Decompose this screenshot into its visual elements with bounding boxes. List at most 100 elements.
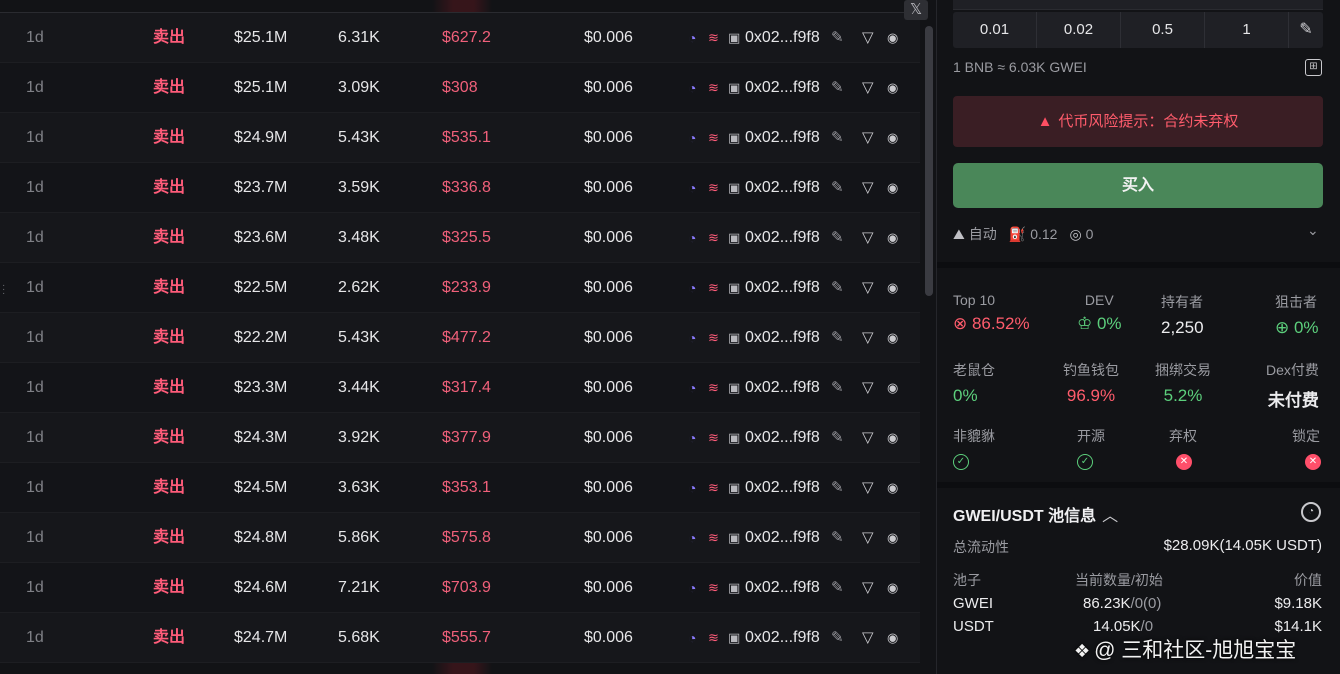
edit-icon[interactable]: ✎ bbox=[831, 413, 844, 463]
buy-button[interactable]: 买入 bbox=[953, 163, 1323, 208]
gas-setting[interactable]: ⛽ 0.12 bbox=[1009, 226, 1058, 243]
table-row[interactable]: 1d 卖出 $25.1M 3.09K $308 $0.006 ◔ ≋ ▣ 0x0… bbox=[0, 63, 920, 113]
filter-icon[interactable]: ▽ bbox=[862, 13, 874, 63]
edit-icon[interactable]: ✎ bbox=[831, 113, 844, 163]
table-row[interactable]: 1d 卖出 $22.5M 2.62K $233.9 $0.006 ◔ ≋ ▣ 0… bbox=[0, 263, 920, 313]
trader-address[interactable]: 0x02...f9f8 bbox=[745, 463, 820, 513]
trade-price: $0.006 bbox=[584, 379, 633, 396]
table-row[interactable]: 1d 卖出 $24.7M 5.68K $555.7 $0.006 ◔ ≋ ▣ 0… bbox=[0, 613, 920, 663]
moon-icon: ◔ bbox=[688, 280, 697, 296]
pool-info-header[interactable]: GWEI/USDT 池信息 ︿ bbox=[953, 502, 1118, 526]
edit-icon[interactable]: ✎ bbox=[831, 363, 844, 413]
table-row[interactable]: 1d 卖出 $23.6M 3.48K $325.5 $0.006 ◔ ≋ ▣ 0… bbox=[0, 213, 920, 263]
edit-icon[interactable]: ✎ bbox=[831, 563, 844, 613]
snipers-label: 狙击者 bbox=[1275, 294, 1317, 310]
table-row[interactable]: 1d 卖出 $24.8M 5.86K $575.8 $0.006 ◔ ≋ ▣ 0… bbox=[0, 513, 920, 563]
table-row[interactable]: 1d 卖出 $25.1M 6.31K $627.2 $0.006 ◔ ≋ ▣ 0… bbox=[0, 13, 920, 63]
filter-icon[interactable]: ▽ bbox=[862, 613, 874, 663]
moon-icon: ◔ bbox=[688, 480, 697, 496]
chevron-down-icon[interactable]: ⌄ bbox=[1307, 222, 1319, 239]
trader-address[interactable]: 0x02...f9f8 bbox=[745, 263, 820, 313]
filter-icon[interactable]: ▽ bbox=[862, 363, 874, 413]
trade-settings[interactable]: ⛰ 自动 ⛽ 0.12 ◎ 0 bbox=[953, 224, 1093, 244]
calculator-icon[interactable]: ⊞ bbox=[1305, 59, 1322, 76]
edit-amounts-icon[interactable]: ✎ bbox=[1289, 12, 1323, 48]
trader-address[interactable]: 0x02...f9f8 bbox=[745, 513, 820, 563]
bot-icon: ▣ bbox=[728, 230, 741, 245]
top10-label: Top 10 bbox=[953, 292, 996, 308]
chart-icon[interactable]: ◉ bbox=[887, 113, 898, 163]
edit-icon[interactable]: ✎ bbox=[831, 463, 844, 513]
table-row[interactable]: 1d 卖出 $23.7M 3.59K $336.8 $0.006 ◔ ≋ ▣ 0… bbox=[0, 163, 920, 213]
edit-icon[interactable]: ✎ bbox=[831, 163, 844, 213]
moon-icon: ◔ bbox=[688, 30, 697, 46]
quick-amount-button[interactable]: 0.02 bbox=[1037, 12, 1121, 48]
trader-address[interactable]: 0x02...f9f8 bbox=[745, 113, 820, 163]
trade-amount: 5.68K bbox=[338, 629, 380, 646]
moon-icon: ◔ bbox=[688, 80, 697, 96]
trade-price: $0.006 bbox=[584, 79, 633, 96]
layers-icon: ≋ bbox=[708, 380, 719, 395]
edit-icon[interactable]: ✎ bbox=[831, 63, 844, 113]
edit-icon[interactable]: ✎ bbox=[831, 313, 844, 363]
table-row[interactable]: 1d 卖出 $22.2M 5.43K $477.2 $0.006 ◔ ≋ ▣ 0… bbox=[0, 313, 920, 363]
chart-icon[interactable]: ◉ bbox=[887, 13, 898, 63]
filter-icon[interactable]: ▽ bbox=[862, 313, 874, 363]
chart-icon[interactable]: ◉ bbox=[887, 363, 898, 413]
edit-icon[interactable]: ✎ bbox=[831, 613, 844, 663]
tip-setting[interactable]: ◎ 0 bbox=[1069, 226, 1093, 243]
trader-address[interactable]: 0x02...f9f8 bbox=[745, 563, 820, 613]
chart-icon[interactable]: ◉ bbox=[887, 163, 898, 213]
table-row[interactable]: 1d 卖出 $24.6M 7.21K $703.9 $0.006 ◔ ≋ ▣ 0… bbox=[0, 563, 920, 613]
quick-amount-button[interactable]: 1 bbox=[1205, 12, 1289, 48]
auto-setting[interactable]: ⛰ 自动 bbox=[953, 224, 997, 244]
resize-handle[interactable]: · · · bbox=[2, 281, 5, 299]
chart-icon[interactable]: ◉ bbox=[887, 313, 898, 363]
trader-address[interactable]: 0x02...f9f8 bbox=[745, 163, 820, 213]
filter-icon[interactable]: ▽ bbox=[862, 413, 874, 463]
trade-amount: 3.92K bbox=[338, 429, 380, 446]
stat-rat: 老鼠仓 0% bbox=[953, 360, 995, 406]
table-row[interactable]: 1d 卖出 $24.9M 5.43K $535.1 $0.006 ◔ ≋ ▣ 0… bbox=[0, 113, 920, 163]
edit-icon[interactable]: ✎ bbox=[831, 263, 844, 313]
filter-icon[interactable]: ▽ bbox=[862, 513, 874, 563]
chart-icon[interactable]: ◉ bbox=[887, 413, 898, 463]
table-row[interactable]: 1d 卖出 $24.3M 3.92K $377.9 $0.006 ◔ ≋ ▣ 0… bbox=[0, 413, 920, 463]
chart-icon[interactable]: ◉ bbox=[887, 263, 898, 313]
scrollbar-thumb[interactable] bbox=[925, 26, 933, 296]
close-icon[interactable]: 𝕏 bbox=[904, 0, 928, 20]
trade-market-cap: $25.1M bbox=[234, 79, 288, 96]
chart-icon[interactable]: ◔ bbox=[1301, 502, 1321, 522]
quick-amount-button[interactable]: 0.5 bbox=[1121, 12, 1205, 48]
edit-icon[interactable]: ✎ bbox=[831, 513, 844, 563]
trade-age: 1d bbox=[26, 479, 44, 496]
layers-icon: ≋ bbox=[708, 530, 719, 545]
chart-icon[interactable]: ◉ bbox=[887, 563, 898, 613]
filter-icon[interactable]: ▽ bbox=[862, 563, 874, 613]
chart-icon[interactable]: ◉ bbox=[887, 63, 898, 113]
trade-price: $0.006 bbox=[584, 129, 633, 146]
chart-icon[interactable]: ◉ bbox=[887, 513, 898, 563]
filter-icon[interactable]: ▽ bbox=[862, 163, 874, 213]
table-row[interactable]: 1d 卖出 $23.3M 3.44K $317.4 $0.006 ◔ ≋ ▣ 0… bbox=[0, 363, 920, 413]
filter-icon[interactable]: ▽ bbox=[862, 113, 874, 163]
quick-amount-button[interactable]: 0.01 bbox=[953, 12, 1037, 48]
edit-icon[interactable]: ✎ bbox=[831, 213, 844, 263]
filter-icon[interactable]: ▽ bbox=[862, 463, 874, 513]
chart-icon[interactable]: ◉ bbox=[887, 213, 898, 263]
trader-address[interactable]: 0x02...f9f8 bbox=[745, 63, 820, 113]
filter-icon[interactable]: ▽ bbox=[862, 213, 874, 263]
trader-address[interactable]: 0x02...f9f8 bbox=[745, 363, 820, 413]
filter-icon[interactable]: ▽ bbox=[862, 63, 874, 113]
trader-address[interactable]: 0x02...f9f8 bbox=[745, 13, 820, 63]
trader-address[interactable]: 0x02...f9f8 bbox=[745, 613, 820, 663]
trader-address[interactable]: 0x02...f9f8 bbox=[745, 313, 820, 363]
table-row[interactable]: 1d 卖出 $24.5M 3.63K $353.1 $0.006 ◔ ≋ ▣ 0… bbox=[0, 463, 920, 513]
chart-icon[interactable]: ◉ bbox=[887, 463, 898, 513]
edit-icon[interactable]: ✎ bbox=[831, 13, 844, 63]
trade-price: $0.006 bbox=[584, 429, 633, 446]
trader-address[interactable]: 0x02...f9f8 bbox=[745, 213, 820, 263]
chart-icon[interactable]: ◉ bbox=[887, 613, 898, 663]
trader-address[interactable]: 0x02...f9f8 bbox=[745, 413, 820, 463]
filter-icon[interactable]: ▽ bbox=[862, 263, 874, 313]
